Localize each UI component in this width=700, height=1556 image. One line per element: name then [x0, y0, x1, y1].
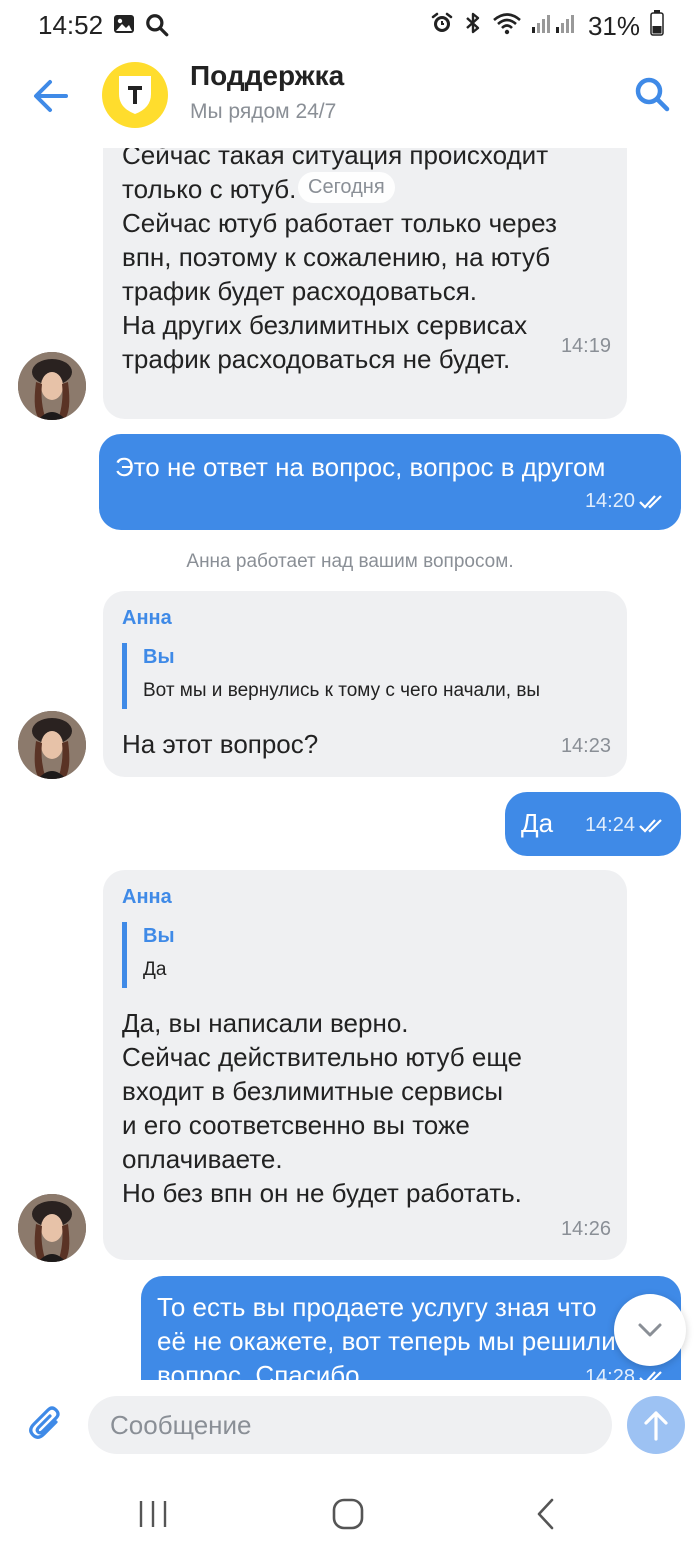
quote-author: Вы [143, 925, 175, 947]
quote-author: Вы [143, 646, 175, 668]
quote-text: Вот мы и вернулись к тому с чего начали,… [143, 680, 541, 701]
message-time-text: 14:24 [584, 814, 635, 836]
search-icon [144, 12, 170, 43]
chat-subtitle: Мы рядом 24/7 [190, 100, 337, 123]
battery-icon [650, 10, 664, 43]
message-text: Да, вы написали верно. Сейчас действител… [122, 1008, 522, 1208]
battery-percent: 31% [587, 11, 640, 41]
back-icon [537, 1498, 554, 1530]
chevron-down-icon [638, 1323, 662, 1337]
message-input[interactable] [88, 1396, 612, 1454]
system-message: Анна работает над вашим вопросом. [186, 551, 514, 572]
avatar [18, 1194, 86, 1262]
reply-quote[interactable]: Вы Да [122, 922, 612, 988]
arrow-left-icon [34, 80, 68, 112]
arrow-up-icon [644, 1411, 668, 1441]
message-outgoing[interactable]: То есть вы продаете услугу зная что её н… [141, 1276, 681, 1380]
signal-icon [531, 11, 578, 42]
message-time: 14:19 [560, 335, 611, 357]
sender-name: Анна [122, 607, 172, 629]
message-time: 14:24 [585, 814, 665, 837]
composer [0, 1380, 700, 1472]
support-logo [102, 62, 168, 128]
double-check-icon [639, 818, 662, 833]
alarm-icon [430, 11, 454, 42]
search-button[interactable] [632, 74, 672, 114]
date-chip: Сегодня [298, 172, 395, 203]
wifi-icon [492, 11, 522, 42]
message-outgoing[interactable]: Это не ответ на вопрос, вопрос в другом … [99, 434, 681, 530]
message-text: Да [521, 808, 554, 838]
home-button[interactable] [328, 1494, 368, 1534]
image-icon [112, 12, 136, 43]
bluetooth-icon [464, 11, 482, 42]
back-button[interactable] [30, 76, 74, 116]
avatar [18, 711, 86, 779]
system-navigation-bar [0, 1472, 700, 1556]
avatar [18, 352, 86, 420]
chat-header: Поддержка Мы рядом 24/7 [0, 52, 700, 148]
message-time-text: 14:28 [584, 1366, 635, 1380]
status-bar: 14:52 31% [0, 0, 700, 52]
double-check-icon [639, 494, 662, 509]
paperclip-icon [29, 1406, 60, 1439]
message-text: На этот вопрос? [122, 729, 319, 759]
reply-quote[interactable]: Вы Вот мы и вернулись к тому с чего нача… [122, 643, 612, 709]
message-time: 14:20 [585, 490, 665, 513]
message-text: Это не ответ на вопрос, вопрос в другом [115, 452, 606, 482]
quote-text: Да [143, 959, 167, 980]
message-time: 14:26 [560, 1218, 611, 1240]
chat-messages[interactable]: Сейчас такая ситуация происходит только … [0, 148, 700, 1380]
chat-title: Поддержка [190, 60, 345, 91]
message-incoming[interactable]: Анна Вы Вот мы и вернулись к тому с чего… [103, 591, 627, 777]
message-incoming[interactable]: Анна Вы Да Да, вы написали верно. Сейчас… [103, 870, 627, 1260]
message-outgoing[interactable]: Да 14:24 [505, 792, 681, 856]
scroll-down-button[interactable] [614, 1294, 686, 1366]
message-time: 14:23 [560, 735, 611, 757]
status-time: 14:52 [38, 10, 104, 40]
recent-apps-icon [139, 1501, 167, 1527]
message-time: 14:28 [585, 1366, 665, 1380]
search-icon [635, 77, 670, 112]
attach-button[interactable] [26, 1404, 66, 1444]
double-check-icon [639, 1370, 662, 1380]
send-button[interactable] [627, 1396, 685, 1454]
sender-name: Анна [122, 886, 172, 908]
home-icon [332, 1498, 364, 1530]
message-text: То есть вы продаете услугу зная что её н… [157, 1292, 616, 1380]
back-nav-button[interactable] [526, 1494, 566, 1534]
message-time-text: 14:20 [584, 490, 635, 512]
recent-apps-button[interactable] [133, 1494, 173, 1534]
